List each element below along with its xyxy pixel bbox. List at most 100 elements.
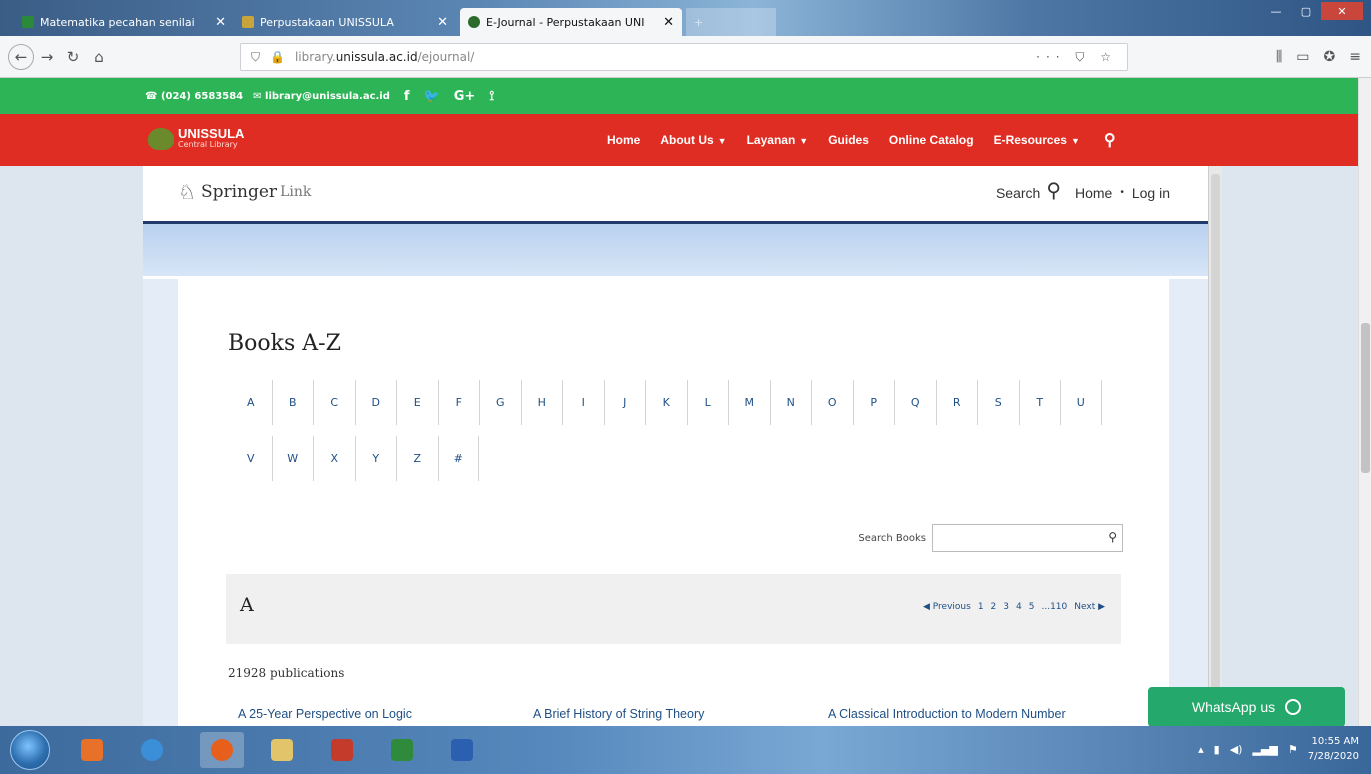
library-icon[interactable]: ⫼ xyxy=(1276,49,1282,65)
letter-link[interactable]: # xyxy=(437,436,479,481)
network-icon[interactable]: ▮ xyxy=(1214,743,1220,756)
taskbar-app-office[interactable] xyxy=(70,732,114,768)
letter-link[interactable]: X xyxy=(313,436,355,481)
unissula-logo[interactable]: UNISSULA Central Library xyxy=(148,127,244,150)
address-bar[interactable]: ⛉ 🔒 library. unissula.ac.id /ejournal/ ·… xyxy=(240,43,1128,71)
letter-link[interactable]: Y xyxy=(354,436,397,481)
letter-link[interactable]: V xyxy=(230,436,272,481)
clock[interactable]: 10:55 AM 7/28/2020 xyxy=(1308,734,1359,764)
taskbar-app-firefox[interactable] xyxy=(200,732,244,768)
browser-tab-2[interactable]: Perpustakaan UNISSULA ✕ xyxy=(234,8,456,36)
letter-link[interactable]: K xyxy=(645,380,687,425)
main-menu: Home About Us ▼ Layanan ▼ Guides Online Ca… xyxy=(607,114,1116,166)
new-tab-button[interactable]: + xyxy=(686,8,776,36)
letter-link[interactable]: D xyxy=(354,380,397,425)
flag-icon[interactable]: ⚑ xyxy=(1288,743,1298,756)
springerlink-logo[interactable]: ♘ Springer Link xyxy=(178,180,311,204)
search-icon[interactable]: ⚲ xyxy=(1108,530,1117,544)
page-link[interactable]: 1 xyxy=(978,602,984,612)
extension-icon[interactable]: ✪ xyxy=(1324,49,1336,65)
start-button-icon[interactable] xyxy=(10,730,50,770)
next-page-link[interactable]: Next ▶ xyxy=(1074,602,1105,612)
letter-link[interactable]: J xyxy=(603,380,646,425)
email-address[interactable]: library@unissula.ac.id xyxy=(265,91,390,102)
facebook-icon[interactable]: f xyxy=(404,89,410,104)
page-link[interactable]: 4 xyxy=(1016,602,1022,612)
letter-link[interactable]: S xyxy=(977,380,1019,425)
letter-link[interactable]: O xyxy=(811,380,853,425)
page-scrollbar[interactable] xyxy=(1358,78,1371,726)
menu-item-online-catalog[interactable]: Online Catalog xyxy=(889,133,974,147)
sidebar-icon[interactable]: ▭ xyxy=(1296,49,1309,65)
letter-link[interactable]: R xyxy=(935,380,978,425)
forward-icon[interactable]: → xyxy=(34,44,60,70)
taskbar-app-word[interactable] xyxy=(440,732,484,768)
springer-home-link[interactable]: Home xyxy=(1075,185,1112,201)
twitter-icon[interactable]: 🐦 xyxy=(424,89,440,104)
letter-link[interactable]: H xyxy=(520,380,563,425)
taskbar-app-ie[interactable] xyxy=(130,732,174,768)
search-books-input[interactable] xyxy=(932,524,1123,552)
menu-item-home[interactable]: Home xyxy=(607,133,640,147)
page-link[interactable]: 5 xyxy=(1029,602,1035,612)
book-title-link[interactable]: A 25-Year Perspective on Logic Programmi… xyxy=(238,704,478,726)
page-link[interactable]: 3 xyxy=(1003,602,1009,612)
page-link[interactable]: 2 xyxy=(991,602,997,612)
letter-link[interactable]: A xyxy=(230,380,272,425)
tray-arrow-icon[interactable]: ▴ xyxy=(1198,743,1204,756)
springer-search-link[interactable]: Search xyxy=(996,185,1040,201)
previous-page-link[interactable]: ◀ Previous xyxy=(923,602,971,612)
magnifier-icon[interactable]: ⚲ xyxy=(1046,178,1061,203)
taskbar-app-excel[interactable] xyxy=(380,732,424,768)
page-scrollbar-thumb[interactable] xyxy=(1361,323,1370,473)
taskbar-app-installer[interactable] xyxy=(320,732,364,768)
alphabet-row: V W X Y Z # xyxy=(230,436,1130,481)
letter-link[interactable]: W xyxy=(271,436,314,481)
page-actions-icon[interactable]: ··· ⛉ ☆ xyxy=(1036,50,1117,65)
letter-link[interactable]: Z xyxy=(396,436,438,481)
browser-tab-active[interactable]: E-Journal - Perpustakaan UNI ✕ xyxy=(460,8,682,36)
close-tab-icon[interactable]: ✕ xyxy=(429,15,448,30)
home-icon[interactable]: ⌂ xyxy=(86,44,112,70)
letter-link[interactable]: G xyxy=(479,380,521,425)
menu-item-about-us[interactable]: About Us ▼ xyxy=(660,133,726,147)
letter-link[interactable]: N xyxy=(769,380,812,425)
letter-link[interactable]: T xyxy=(1018,380,1061,425)
close-window-icon[interactable]: ✕ xyxy=(1321,2,1363,20)
volume-icon[interactable]: ◀) xyxy=(1230,743,1243,756)
letter-link[interactable]: M xyxy=(728,380,770,425)
letter-link[interactable]: L xyxy=(686,380,729,425)
google-plus-icon[interactable]: G+ xyxy=(454,89,476,104)
maximize-icon[interactable]: ▢ xyxy=(1291,2,1321,20)
letter-link[interactable]: E xyxy=(396,380,438,425)
taskbar-app-explorer[interactable] xyxy=(260,732,304,768)
letter-link[interactable]: C xyxy=(313,380,355,425)
letter-link[interactable]: U xyxy=(1060,380,1102,425)
signal-icon[interactable]: ▂▄▆ xyxy=(1252,743,1277,756)
close-tab-icon[interactable]: ✕ xyxy=(207,15,226,30)
letter-link[interactable]: I xyxy=(562,380,604,425)
close-tab-icon[interactable]: ✕ xyxy=(655,15,674,30)
letter-link[interactable]: Q xyxy=(894,380,936,425)
back-icon[interactable]: ← xyxy=(8,43,34,70)
reload-icon[interactable]: ↻ xyxy=(60,44,86,70)
last-page-link[interactable]: ...110 xyxy=(1041,602,1067,612)
menu-item-guides[interactable]: Guides xyxy=(828,133,869,147)
springer-login-link[interactable]: Log in xyxy=(1132,185,1170,201)
browser-tab-1[interactable]: Matematika pecahan senilai ✕ xyxy=(14,8,234,36)
whatsapp-button[interactable]: WhatsApp us xyxy=(1148,687,1345,727)
iframe-scrollbar-thumb[interactable] xyxy=(1211,174,1220,714)
letter-link[interactable]: B xyxy=(271,380,314,425)
menu-item-e-resources[interactable]: E-Resources ▼ xyxy=(994,133,1080,147)
iframe-scrollbar[interactable] xyxy=(1208,166,1222,726)
browser-navbar: ← → ↻ ⌂ ⛉ 🔒 library. unissula.ac.id /ejo… xyxy=(0,36,1371,78)
menu-icon[interactable]: ≡ xyxy=(1349,49,1361,65)
book-title-link[interactable]: A Brief History of String Theory xyxy=(533,704,773,724)
menu-item-layanan[interactable]: Layanan ▼ xyxy=(747,133,809,147)
rss-icon[interactable]: ⟟ xyxy=(489,89,494,104)
search-icon[interactable]: ⚲ xyxy=(1104,130,1116,150)
book-title-link[interactable]: A Classical Introduction to Modern Numbe… xyxy=(828,704,1068,726)
letter-link[interactable]: P xyxy=(852,380,895,425)
minimize-icon[interactable]: — xyxy=(1261,2,1291,20)
letter-link[interactable]: F xyxy=(437,380,480,425)
